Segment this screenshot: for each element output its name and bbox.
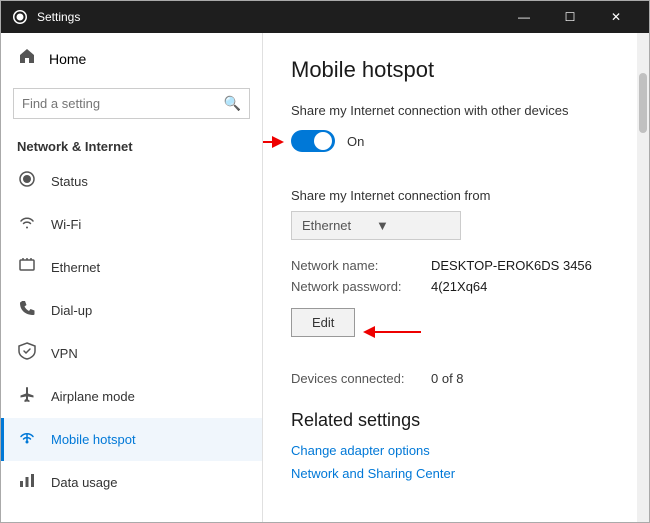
sidebar-item-dialup-label: Dial-up [51,303,92,318]
network-sharing-center-link[interactable]: Network and Sharing Center [291,466,609,481]
sidebar-item-hotspot[interactable]: Mobile hotspot [1,418,262,461]
close-button[interactable]: ✕ [593,1,639,33]
sidebar-item-vpn[interactable]: VPN [1,332,262,375]
datausage-icon [17,471,37,494]
devices-connected-row: Devices connected: 0 of 8 [291,371,609,386]
sidebar-item-datausage-label: Data usage [51,475,118,490]
titlebar: Settings — ☐ ✕ [1,1,649,33]
sidebar-item-wifi[interactable]: Wi-Fi [1,203,262,246]
network-password-label: Network password: [291,279,431,294]
sidebar-item-home[interactable]: Home [1,33,262,84]
related-settings-title: Related settings [291,410,609,431]
search-input[interactable] [22,96,224,111]
status-icon [17,170,37,193]
sidebar-item-ethernet[interactable]: Ethernet [1,246,262,289]
wifi-icon [17,213,37,236]
search-box[interactable]: 🔍 [13,88,250,119]
change-adapter-options-link[interactable]: Change adapter options [291,443,609,458]
share-description: Share my Internet connection with other … [291,103,609,118]
ethernet-icon [17,256,37,279]
search-icon[interactable]: 🔍 [224,95,241,112]
sidebar-item-datausage[interactable]: Data usage [1,461,262,504]
toggle-switch[interactable] [291,130,335,152]
sidebar-item-airplane-label: Airplane mode [51,389,135,404]
network-password-value: 4(21Xq64 [431,279,487,294]
sidebar-item-dialup[interactable]: Dial-up [1,289,262,332]
sidebar-item-status[interactable]: Status [1,160,262,203]
connection-source-dropdown[interactable]: Ethernet ▼ [291,211,461,240]
sidebar-item-hotspot-label: Mobile hotspot [51,432,136,447]
window-controls: — ☐ ✕ [501,1,639,33]
settings-window: Settings — ☐ ✕ Home 🔍 [0,0,650,523]
network-name-label: Network name: [291,258,431,273]
airplane-icon [17,385,37,408]
toggle-row: On [291,130,364,152]
network-password-row: Network password: 4(21Xq64 [291,279,609,294]
hotspot-icon [17,428,37,451]
sidebar-item-vpn-label: VPN [51,346,78,361]
edit-button[interactable]: Edit [291,308,355,337]
sidebar-item-status-label: Status [51,174,88,189]
dropdown-value: Ethernet [302,218,376,233]
network-info: Network name: DESKTOP-EROK6DS 3456 Netwo… [291,258,609,294]
arrow-annotation-toggle [263,128,286,156]
scrollbar-thumb[interactable] [639,73,647,133]
scrollbar-track[interactable] [637,33,649,522]
home-icon [17,47,37,70]
share-from-label: Share my Internet connection from [291,188,609,203]
page-title: Mobile hotspot [291,57,609,83]
toggle-label: On [347,134,364,149]
sidebar-item-ethernet-label: Ethernet [51,260,100,275]
minimize-button[interactable]: — [501,1,547,33]
network-name-row: Network name: DESKTOP-EROK6DS 3456 [291,258,609,273]
sidebar-item-wifi-label: Wi-Fi [51,217,81,232]
network-name-value: DESKTOP-EROK6DS 3456 [431,258,592,273]
devices-connected-label: Devices connected: [291,371,431,386]
main-content: Home 🔍 Network & Internet Status [1,33,649,522]
arrow-annotation-edit [361,318,426,346]
sidebar-item-airplane[interactable]: Airplane mode [1,375,262,418]
devices-connected-value: 0 of 8 [431,371,464,386]
chevron-down-icon: ▼ [376,218,450,233]
maximize-button[interactable]: ☐ [547,1,593,33]
sidebar: Home 🔍 Network & Internet Status [1,33,263,522]
sidebar-section-label: Network & Internet [1,131,262,160]
dialup-icon [17,299,37,322]
home-label: Home [49,51,86,67]
app-icon [11,8,29,26]
vpn-icon [17,342,37,365]
main-panel: Mobile hotspot Share my Internet connect… [263,33,637,522]
window-title: Settings [37,10,501,24]
